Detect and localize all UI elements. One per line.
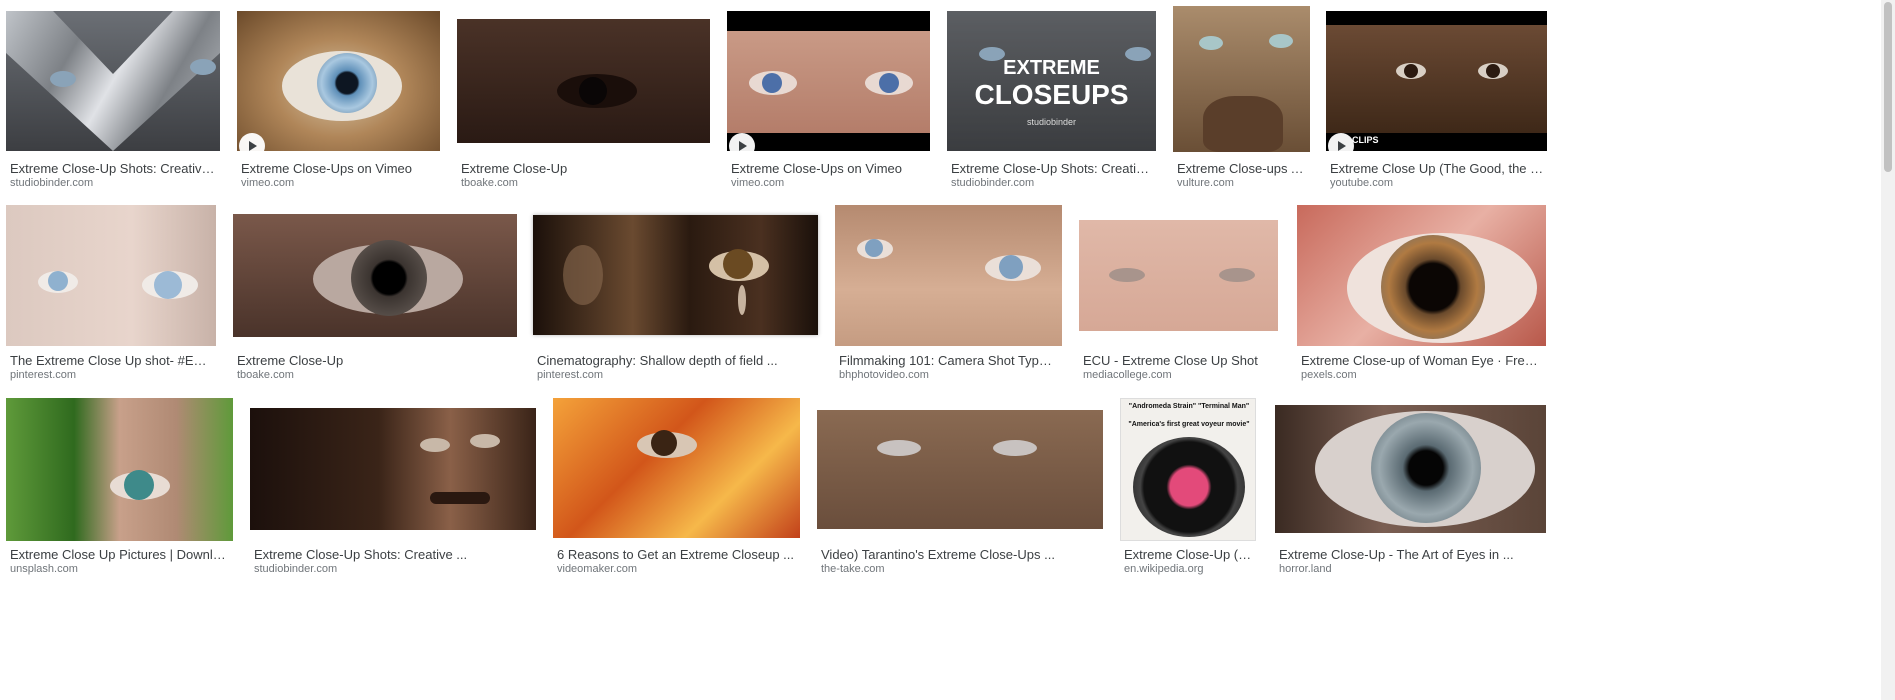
result-source: unsplash.com (10, 563, 78, 575)
result-caption[interactable]: ECU - Extreme Close Up Shot (1083, 353, 1278, 368)
result-source: youtube.com (1330, 177, 1393, 189)
result-card[interactable]: Extreme Close-Up - The Art of Eyes in ..… (1275, 398, 1546, 578)
result-thumbnail[interactable] (553, 398, 800, 538)
poster-tagline-1: "Andromeda Strain" "Terminal Man" (1128, 403, 1250, 410)
result-card[interactable]: Extreme Close-ups Are Def... vulture.com (1173, 6, 1310, 191)
result-card[interactable]: Extreme Close-Up tboake.com (457, 11, 710, 191)
poster-tagline-2: "America's first great voyeur movie" (1128, 421, 1250, 428)
result-caption[interactable]: Extreme Close-Up (237, 353, 512, 368)
result-source: pinterest.com (10, 369, 77, 381)
result-source: en.wikipedia.org (1124, 563, 1204, 575)
result-caption[interactable]: Extreme Close-Ups on Vimeo (731, 161, 926, 176)
result-source: the-take.com (821, 563, 885, 575)
result-card[interactable]: Extreme Close Up Pictures | Download ...… (6, 398, 233, 578)
result-thumbnail[interactable] (6, 398, 233, 541)
result-caption[interactable]: Extreme Close-Up - The Art of Eyes in ..… (1279, 547, 1544, 562)
result-caption[interactable]: 6 Reasons to Get an Extreme Closeup ... (557, 547, 797, 562)
play-icon (729, 133, 755, 151)
result-thumbnail[interactable] (835, 205, 1062, 346)
result-caption[interactable]: Extreme Close-Up Shots: Creative ... (254, 547, 534, 562)
play-icon (1328, 133, 1354, 151)
result-card[interactable]: The Extreme Close Up shot- #ECU (also ..… (6, 205, 216, 385)
result-card[interactable]: CLIPS Extreme Close Up (The Good, the Ba… (1326, 11, 1547, 191)
overlay-brand: studiobinder (1026, 117, 1077, 127)
result-caption[interactable]: Extreme Close-Up (461, 161, 706, 176)
result-card[interactable]: 6 Reasons to Get an Extreme Closeup ... … (553, 398, 800, 578)
result-caption[interactable]: Extreme Close Up Pictures | Download ... (10, 547, 230, 562)
overlay-title-line2: CLOSEUPS (974, 79, 1129, 110)
result-source: vimeo.com (731, 177, 785, 189)
result-source: tboake.com (237, 369, 294, 381)
result-caption[interactable]: Extreme Close-Ups on Vimeo (241, 161, 436, 176)
overlay-title-line1: EXTREME (1003, 57, 1100, 79)
result-caption[interactable]: Extreme Close-Up (film) - ... (1124, 547, 1254, 562)
result-card[interactable]: ECU - Extreme Close Up Shot mediacollege… (1079, 205, 1278, 385)
result-thumbnail[interactable] (1173, 6, 1310, 152)
result-card[interactable]: Extreme Close-Up Shots: Creative ... stu… (250, 398, 536, 578)
result-thumbnail[interactable]: EXTREME CLOSEUPS studiobinder (947, 11, 1156, 151)
result-caption[interactable]: Extreme Close-Up Shots: Creative ... (10, 161, 215, 176)
result-card[interactable]: Video) Tarantino's Extreme Close-Ups ...… (817, 398, 1103, 578)
result-caption[interactable]: Extreme Close-Up Shots: Creative ... (951, 161, 1151, 176)
result-source: vimeo.com (241, 177, 295, 189)
result-thumbnail[interactable] (233, 214, 517, 337)
result-source: bhphotovideo.com (839, 369, 929, 381)
result-card[interactable]: Extreme Close-Up Shots: Creative ... stu… (6, 11, 220, 191)
result-caption[interactable]: Filmmaking 101: Camera Shot Types | B&H … (839, 353, 1059, 368)
result-card[interactable]: Filmmaking 101: Camera Shot Types | B&H … (835, 205, 1062, 385)
result-caption[interactable]: The Extreme Close Up shot- #ECU (also ..… (10, 353, 210, 368)
result-thumbnail[interactable] (1275, 405, 1546, 533)
result-thumbnail[interactable]: CLIPS (1326, 11, 1547, 151)
result-thumbnail[interactable]: "Andromeda Strain" "Terminal Man" "Ameri… (1120, 398, 1256, 541)
result-source: horror.land (1279, 563, 1332, 575)
result-source: pexels.com (1301, 369, 1357, 381)
result-caption[interactable]: Video) Tarantino's Extreme Close-Ups ... (821, 547, 1101, 562)
result-thumbnail[interactable] (6, 205, 216, 346)
result-card[interactable]: Cinematography: Shallow depth of field .… (533, 205, 818, 385)
clips-badge: CLIPS (1352, 135, 1379, 145)
result-source: tboake.com (461, 177, 518, 189)
result-thumbnail[interactable] (237, 11, 440, 151)
result-caption[interactable]: Extreme Close-ups Are Def... (1177, 161, 1307, 176)
result-card[interactable]: "Andromeda Strain" "Terminal Man" "Ameri… (1120, 398, 1256, 578)
result-source: studiobinder.com (951, 177, 1035, 189)
result-card[interactable]: Extreme Close-up of Woman Eye · Free ...… (1297, 205, 1546, 385)
result-card[interactable]: Extreme Close-Ups on Vimeo vimeo.com (727, 11, 930, 191)
result-card[interactable]: Extreme Close-Up tboake.com (233, 205, 517, 385)
scrollbar[interactable] (1881, 0, 1895, 700)
result-caption[interactable]: Extreme Close-up of Woman Eye · Free ... (1301, 353, 1541, 368)
result-card[interactable]: EXTREME CLOSEUPS studiobinder Extreme Cl… (947, 11, 1156, 191)
result-thumbnail[interactable] (1297, 205, 1546, 346)
result-thumbnail[interactable] (727, 11, 930, 151)
result-caption[interactable]: Cinematography: Shallow depth of field .… (537, 353, 815, 368)
result-thumbnail[interactable] (250, 408, 536, 530)
result-source: studiobinder.com (10, 177, 94, 189)
result-thumbnail[interactable] (817, 410, 1103, 529)
result-card[interactable]: Extreme Close-Ups on Vimeo vimeo.com (237, 11, 440, 191)
result-source: studiobinder.com (254, 563, 338, 575)
result-source: pinterest.com (537, 369, 604, 381)
scrollbar-thumb[interactable] (1884, 2, 1892, 172)
result-thumbnail[interactable] (6, 11, 220, 151)
result-thumbnail[interactable] (457, 19, 710, 143)
result-caption[interactable]: Extreme Close Up (The Good, the Bad ... (1330, 161, 1545, 176)
result-thumbnail[interactable] (533, 215, 818, 335)
result-source: videomaker.com (557, 563, 638, 575)
result-source: mediacollege.com (1083, 369, 1172, 381)
result-source: vulture.com (1177, 177, 1234, 189)
result-thumbnail[interactable] (1079, 220, 1278, 331)
play-icon (239, 133, 265, 151)
